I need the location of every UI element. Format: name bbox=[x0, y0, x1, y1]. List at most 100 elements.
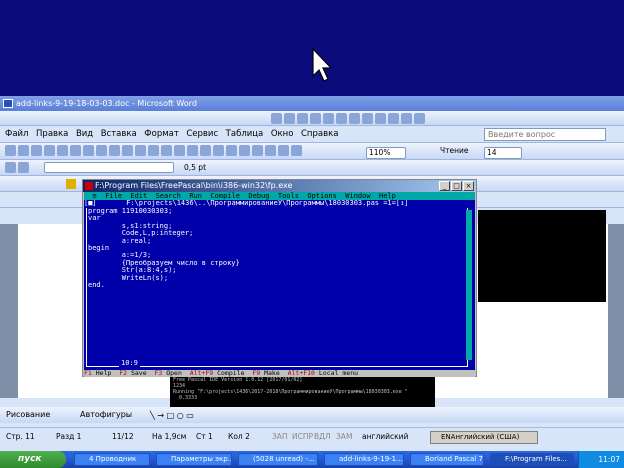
cut-icon[interactable] bbox=[122, 145, 133, 156]
save-icon[interactable] bbox=[31, 145, 42, 156]
status-at: На 1,9см bbox=[152, 432, 187, 441]
print-icon[interactable] bbox=[70, 145, 81, 156]
toolbar-tool-icon[interactable] bbox=[284, 113, 295, 124]
line-style-select[interactable] bbox=[44, 162, 174, 173]
minimize-button[interactable]: _ bbox=[439, 181, 450, 191]
status-ext[interactable]: ВДЛ bbox=[314, 428, 331, 445]
read-button[interactable]: Чтение bbox=[440, 145, 474, 157]
zoom-select[interactable]: 110% bbox=[366, 147, 406, 159]
freepascal-title-bar: F:\Program Files\FreePascal\bin\i386-win… bbox=[83, 180, 476, 192]
standard-toolbar: 110% Чтение 14 bbox=[0, 143, 624, 160]
freepascal-window-title: F:\Program Files\FreePascal\bin\i386-win… bbox=[95, 181, 293, 190]
drawing-icon[interactable] bbox=[265, 145, 276, 156]
spelling-icon[interactable] bbox=[96, 145, 107, 156]
new-doc-icon[interactable] bbox=[5, 145, 16, 156]
style-icon[interactable] bbox=[18, 162, 29, 173]
status-page: Стр. 11 bbox=[6, 432, 35, 441]
status-trk[interactable]: ИСПР bbox=[292, 428, 313, 445]
task-explorer[interactable]: 4 Проводник bbox=[74, 453, 150, 466]
menu-window[interactable]: Окно bbox=[271, 126, 294, 143]
hint-key[interactable]: F3 bbox=[154, 369, 162, 377]
toolbar-tool-icon[interactable] bbox=[414, 113, 425, 124]
hint-key[interactable]: F9 bbox=[252, 369, 260, 377]
toolbar-tool-icon[interactable] bbox=[375, 113, 386, 124]
toolbar-tool-icon[interactable] bbox=[271, 113, 282, 124]
close-button[interactable]: × bbox=[463, 181, 474, 191]
toolbar-tool-icon[interactable] bbox=[310, 113, 321, 124]
hint-key[interactable]: Alt+F10 bbox=[288, 369, 315, 377]
vertical-scrollbar[interactable] bbox=[466, 210, 472, 360]
edit-icon[interactable] bbox=[5, 162, 16, 173]
menu-insert[interactable]: Вставка bbox=[101, 126, 137, 143]
hint-key[interactable]: F2 bbox=[119, 369, 127, 377]
menu-file[interactable]: Файл bbox=[5, 126, 28, 143]
toolbar-tool-icon[interactable] bbox=[388, 113, 399, 124]
preview-icon[interactable] bbox=[83, 145, 94, 156]
task-word[interactable]: add-links-9-19-1... bbox=[324, 453, 404, 466]
freepascal-menu-bar[interactable]: ≡ File Edit Search Run Compile Debug Too… bbox=[84, 192, 475, 200]
drawing-toolbar: Рисование Автофигуры ╲ → □ ○ ▭ bbox=[0, 407, 624, 423]
hint-label: Open bbox=[166, 369, 182, 377]
copy-icon[interactable] bbox=[135, 145, 146, 156]
columns-icon[interactable] bbox=[252, 145, 263, 156]
redo-icon[interactable] bbox=[187, 145, 198, 156]
open-icon[interactable] bbox=[18, 145, 29, 156]
source-code[interactable]: program 11910030303; var s,s1:string; Co… bbox=[88, 207, 240, 289]
desktop-background bbox=[0, 0, 624, 96]
email-icon[interactable] bbox=[57, 145, 68, 156]
hint-bar: F1 Help F2 Save F3 Open Alt+F9 Compile F… bbox=[84, 370, 475, 377]
menu-tools[interactable]: Сервис bbox=[186, 126, 218, 143]
word-title-bar: add-links-9-19-18-03-03.doc - Microsoft … bbox=[0, 96, 624, 111]
permission-icon[interactable] bbox=[44, 145, 55, 156]
hint-key[interactable]: Alt+F9 bbox=[190, 369, 213, 377]
draw-menu[interactable]: Рисование bbox=[6, 410, 50, 419]
menu-view[interactable]: Вид bbox=[76, 126, 93, 143]
undo-icon[interactable] bbox=[174, 145, 185, 156]
maximize-button[interactable]: □ bbox=[451, 181, 462, 191]
word-window-title: add-links-9-19-18-03-03.doc - Microsoft … bbox=[16, 99, 197, 108]
top-toolbar bbox=[0, 111, 624, 126]
line-width-select[interactable]: 0,5 pt bbox=[184, 162, 208, 173]
status-ovr[interactable]: ЗАМ bbox=[336, 428, 352, 445]
pilcrow-icon[interactable] bbox=[291, 145, 302, 156]
language-bar[interactable]: ENАнглийский (США) bbox=[430, 431, 538, 444]
task-mail[interactable]: (5028 unread) -... bbox=[238, 453, 318, 466]
task-freepascal[interactable]: F:\Program Files... bbox=[490, 453, 574, 466]
toolbar-tool-icon[interactable] bbox=[323, 113, 334, 124]
format-painter-icon[interactable] bbox=[161, 145, 172, 156]
toolbar-tool-icon[interactable] bbox=[401, 113, 412, 124]
menu-edit[interactable]: Правка bbox=[36, 126, 68, 143]
tables-icon[interactable] bbox=[213, 145, 224, 156]
status-rec[interactable]: ЗАП bbox=[272, 428, 288, 445]
toolbar-tool-icon[interactable] bbox=[297, 113, 308, 124]
paste-icon[interactable] bbox=[148, 145, 159, 156]
excel-icon[interactable] bbox=[239, 145, 250, 156]
font-size-select[interactable]: 14 bbox=[484, 147, 522, 159]
hint-key[interactable]: F1 bbox=[84, 369, 92, 377]
hint-label: Help bbox=[95, 369, 112, 377]
research-icon[interactable] bbox=[109, 145, 120, 156]
code-editor[interactable]: [■] F:\projects\1436\..\Программирование… bbox=[84, 200, 475, 370]
menu-table[interactable]: Таблица bbox=[226, 126, 264, 143]
word-app-icon bbox=[3, 99, 13, 108]
task-borland-pascal[interactable]: Borland Pascal 7.0 bbox=[410, 453, 484, 466]
status-section: Разд 1 bbox=[56, 432, 82, 441]
menu-help[interactable]: Справка bbox=[301, 126, 338, 143]
status-language: английский bbox=[362, 432, 409, 441]
taskbar: пуск 4 Проводник Параметры экр... (5028 … bbox=[0, 451, 624, 468]
task-display-settings[interactable]: Параметры экр... bbox=[156, 453, 232, 466]
toolbar-tool-icon[interactable] bbox=[349, 113, 360, 124]
menu-format[interactable]: Формат bbox=[144, 126, 179, 143]
docmap-icon[interactable] bbox=[278, 145, 289, 156]
start-button[interactable]: пуск bbox=[0, 451, 66, 468]
console-output: Free Pascal IDE Version 1.0.12 [2017/01/… bbox=[170, 377, 435, 407]
autoshapes-menu[interactable]: Автофигуры bbox=[80, 410, 132, 419]
toolbar-tool-icon[interactable] bbox=[336, 113, 347, 124]
toolbar-tool-icon[interactable] bbox=[362, 113, 373, 124]
background-window bbox=[478, 210, 606, 302]
freepascal-window: F:\Program Files\FreePascal\bin\i386-win… bbox=[82, 179, 477, 377]
line-arrow-icons[interactable]: ╲ → □ ○ ▭ bbox=[150, 411, 194, 420]
insert-table-icon[interactable] bbox=[226, 145, 237, 156]
ask-question-input[interactable]: Введите вопрос bbox=[484, 128, 606, 141]
hyperlink-icon[interactable] bbox=[200, 145, 211, 156]
